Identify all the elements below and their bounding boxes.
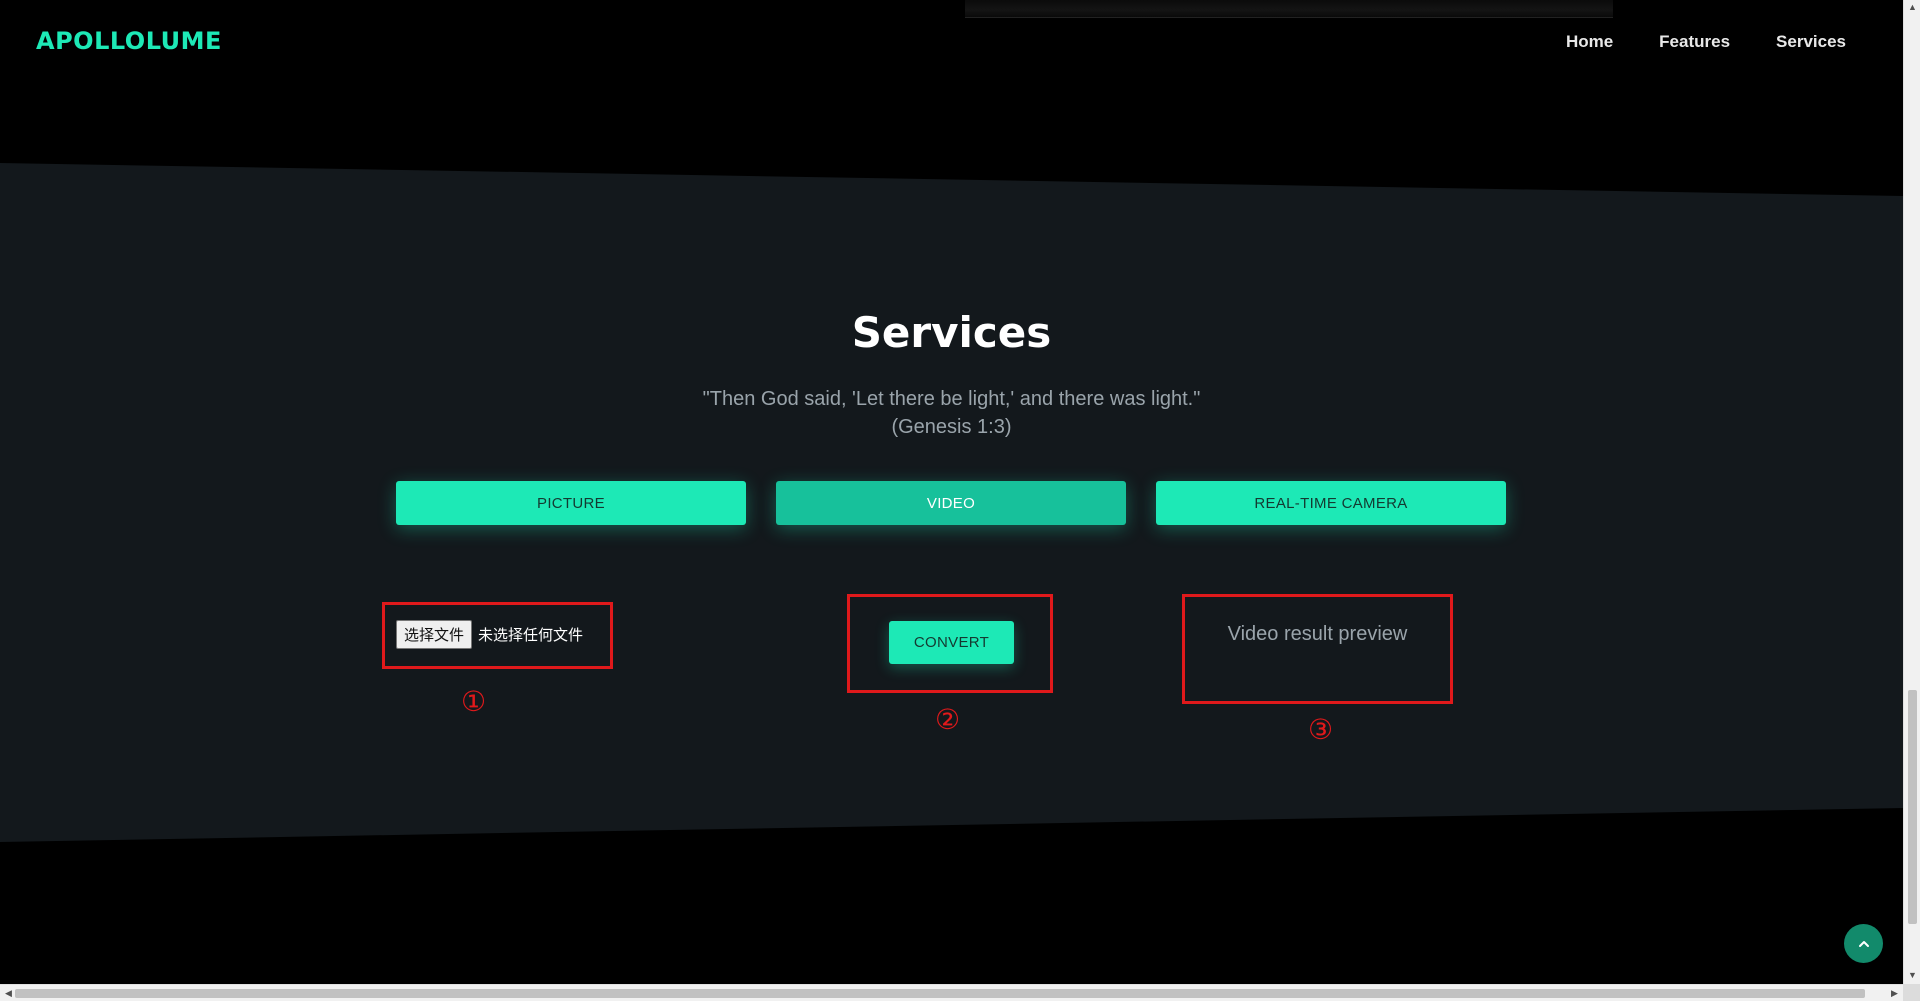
- tab-real-time-camera[interactable]: REAL-TIME CAMERA: [1156, 481, 1506, 525]
- annotation-number-3: ③: [1308, 713, 1334, 746]
- services-title: Services: [851, 308, 1052, 357]
- quote-reference: (Genesis 1:3): [891, 416, 1012, 438]
- site-header: APOLLOLUME Home Features Services: [0, 0, 1903, 86]
- file-status-text: 未选择任何文件: [478, 626, 584, 644]
- scroll-to-top-button[interactable]: [1844, 924, 1883, 963]
- vertical-scroll-thumb[interactable]: [1908, 690, 1917, 924]
- tab-picture[interactable]: PICTURE: [396, 481, 746, 525]
- annotation-number-1: ①: [461, 685, 487, 718]
- video-result-preview: Video result preview: [1227, 623, 1408, 645]
- video-file-input[interactable]: 选择文件 未选择任何文件: [396, 620, 583, 649]
- site-logo[interactable]: APOLLOLUME: [36, 27, 222, 55]
- services-quote: "Then God said, 'Let there be light,' an…: [0, 385, 1903, 441]
- choose-file-button[interactable]: 选择文件: [396, 620, 473, 649]
- chevron-up-icon: [1858, 940, 1869, 947]
- nav-home[interactable]: Home: [1566, 32, 1613, 52]
- annotation-number-2: ②: [935, 703, 961, 736]
- nav-features[interactable]: Features: [1659, 32, 1730, 52]
- scrollbar-corner: [1903, 984, 1920, 1001]
- horizontal-scroll-thumb[interactable]: [15, 989, 1865, 998]
- scroll-down-arrow-icon[interactable]: ▼: [1904, 970, 1920, 980]
- vertical-scrollbar[interactable]: ▲ ▼: [1903, 0, 1920, 984]
- scroll-up-arrow-icon[interactable]: ▲: [1904, 2, 1920, 12]
- quote-text: "Then God said, 'Let there be light,' an…: [702, 388, 1201, 410]
- scroll-right-arrow-icon[interactable]: ▶: [1886, 988, 1903, 999]
- annotation-box-3: [1182, 594, 1453, 704]
- convert-button[interactable]: CONVERT: [889, 621, 1014, 664]
- horizontal-scrollbar[interactable]: ◀ ▶: [0, 984, 1903, 1001]
- tab-video[interactable]: VIDEO: [776, 481, 1126, 525]
- top-image-strip: [965, 0, 1613, 18]
- main-nav: Home Features Services: [1566, 32, 1846, 52]
- nav-services[interactable]: Services: [1776, 32, 1846, 52]
